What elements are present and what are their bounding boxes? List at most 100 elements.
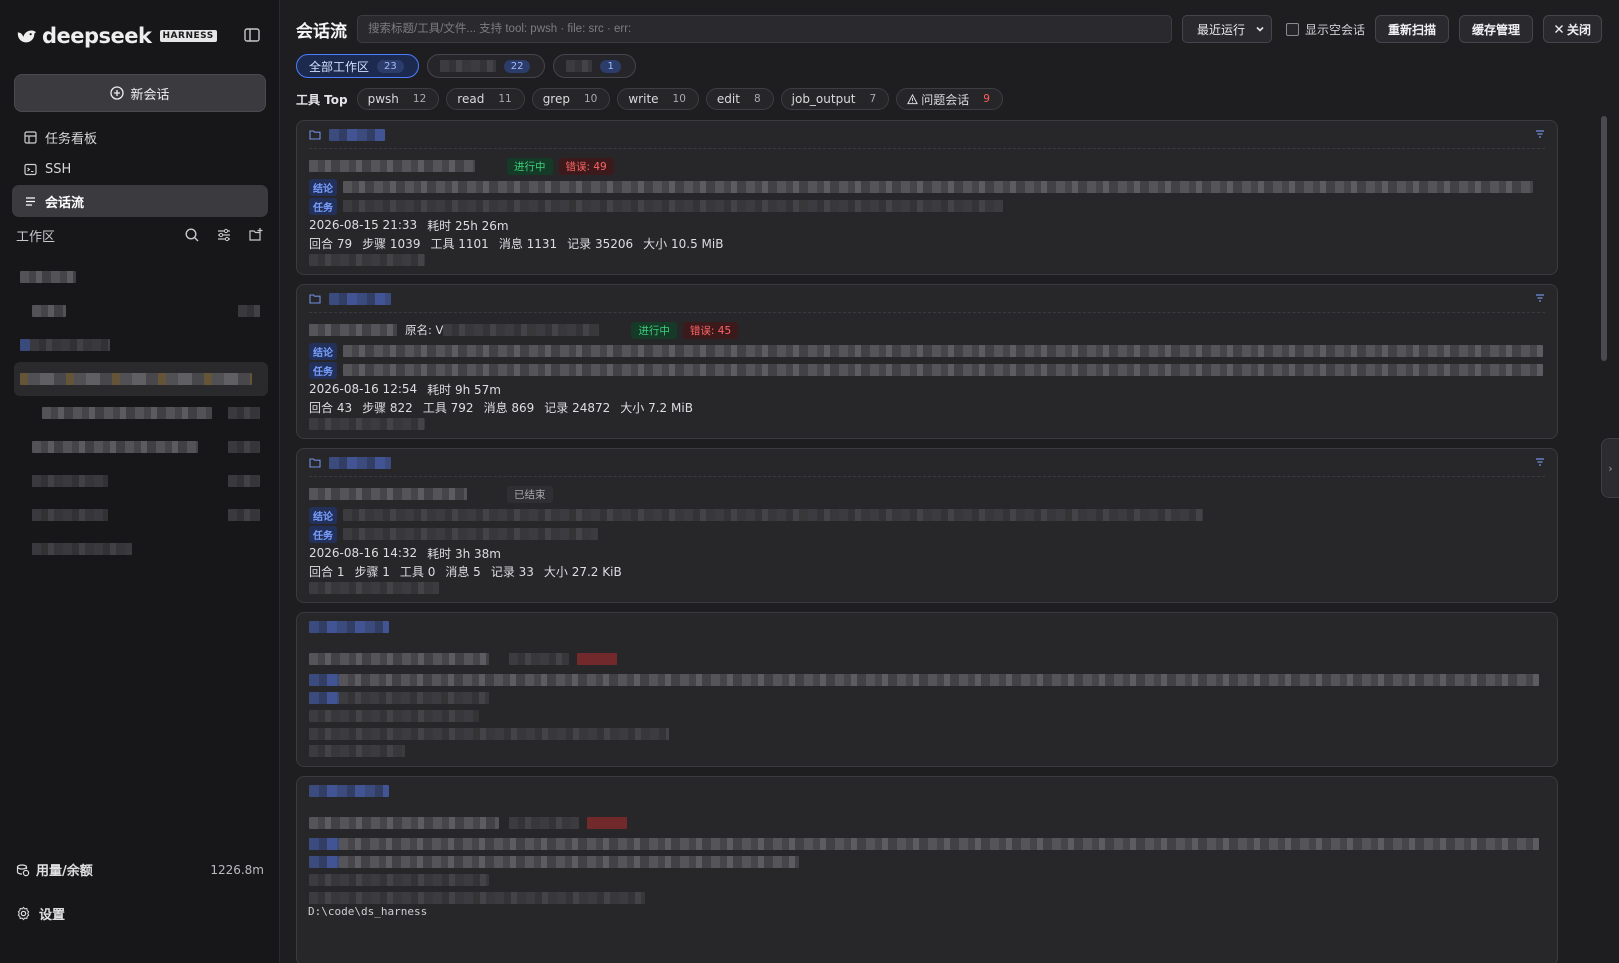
stat-size: 大小 27.2 KiB: [543, 564, 622, 579]
stat-tools: 工具 792: [422, 400, 474, 415]
cache-manage-button[interactable]: 缓存管理: [1459, 15, 1534, 43]
stat-messages: 消息 869: [483, 400, 535, 415]
tool-filter-write[interactable]: write 10: [617, 88, 699, 110]
tool-filter-edit[interactable]: edit 8: [705, 88, 774, 110]
session-time: 2026-08-15 21:33 耗时 25h 26m: [309, 216, 1545, 234]
workspace-item[interactable]: [14, 396, 268, 430]
chevron-down-icon: [1256, 26, 1264, 32]
session-card[interactable]: 原名: V 进行中 错误: 45 结论 任务 2026-08-16 12:54 耗…: [296, 284, 1558, 439]
workspace-filter-item[interactable]: 22: [426, 54, 546, 78]
tool-filter-grep[interactable]: grep 10: [531, 88, 611, 110]
rescan-button[interactable]: 重新扫描: [1375, 15, 1450, 43]
stat-steps: 步骤 1: [354, 564, 390, 579]
stat-records: 记录 24872: [544, 400, 611, 415]
tool-name: edit: [716, 92, 740, 106]
workspace-filter-item[interactable]: 1: [553, 54, 636, 78]
filter-icon[interactable]: [1535, 130, 1545, 138]
workspace-list: [14, 260, 268, 566]
folder-icon: [309, 458, 321, 468]
workspace-item[interactable]: [14, 362, 268, 396]
workspace-item[interactable]: [14, 430, 268, 464]
stat-size: 大小 7.2 MiB: [620, 400, 693, 415]
plus-circle-icon: [110, 86, 125, 100]
show-empty-label: 显示空会话: [1305, 22, 1366, 37]
workspace-item[interactable]: [14, 294, 268, 328]
status-badge: 进行中: [507, 157, 553, 175]
stat-size: 大小 10.5 MiB: [643, 236, 724, 251]
session-stats: 回合 43 步骤 822 工具 792 消息 869 记录 24872 大小 7.2 Mi…: [309, 398, 1545, 416]
filter-icon[interactable]: [1535, 294, 1545, 302]
workspace-item[interactable]: [14, 464, 268, 498]
tool-count: 7: [869, 93, 877, 105]
status-badge: 进行中: [631, 321, 677, 339]
conclusion-tag: 结论: [309, 178, 337, 196]
session-stats: 回合 79 步骤 1039 工具 1101 消息 1131 记录 35206 大小 10.…: [309, 234, 1545, 252]
problem-sessions-label: 问题会话: [921, 92, 970, 107]
gear-icon: [17, 906, 30, 921]
drawer-toggle[interactable]: ›: [1601, 438, 1619, 498]
filter-icon[interactable]: [1535, 458, 1545, 466]
tool-filter-pwsh[interactable]: pwsh 12: [356, 88, 440, 110]
sidebar-nav: 任务看板 SSH 会话流: [12, 121, 268, 217]
task-tag: 任务: [309, 197, 337, 215]
tool-name: job_output: [791, 92, 856, 106]
settings-button[interactable]: 设置: [16, 904, 65, 923]
workspace-item[interactable]: [14, 532, 268, 566]
new-chat-button[interactable]: 新会话: [14, 74, 266, 112]
workspace-title: 工作区: [16, 230, 56, 245]
sidebar-toggle-icon[interactable]: [243, 26, 261, 44]
nav-item-label: 会话流: [45, 195, 85, 211]
show-empty-checkbox[interactable]: [1286, 22, 1299, 36]
usage-balance[interactable]: 用量/余额 1226.8m: [16, 860, 264, 879]
workspace-filter-count: 22: [503, 59, 531, 73]
session-time: 2026-08-16 14:32 耗时 3h 38m: [309, 544, 1545, 562]
tool-top-label: 工具 Top: [296, 92, 348, 107]
search-icon[interactable]: [184, 227, 202, 245]
session-card[interactable]: 已结束 结论 任务 2026-08-16 14:32 耗时 3h 38m 回合 1…: [296, 448, 1558, 603]
cache-manage-label: 缓存管理: [1472, 22, 1521, 37]
session-start-time: 2026-08-15 21:33: [309, 218, 418, 232]
session-card[interactable]: [296, 776, 1558, 963]
task-tag: 任务: [309, 361, 337, 379]
add-folder-icon[interactable]: [248, 227, 266, 245]
sort-select-value: 最近运行: [1197, 22, 1246, 37]
problem-sessions-filter[interactable]: 问题会话 9: [896, 88, 1003, 110]
problem-sessions-count: 9: [983, 93, 990, 105]
workspace-header: 工作区: [16, 226, 266, 245]
workspace-item[interactable]: [14, 260, 268, 294]
workspace-item[interactable]: [14, 328, 268, 362]
conclusion-tag: 结论: [309, 342, 337, 360]
session-time: 2026-08-16 12:54 耗时 9h 57m: [309, 380, 1545, 398]
session-card[interactable]: [296, 612, 1558, 767]
stat-rounds: 回合 1: [309, 564, 345, 579]
warning-icon: [907, 93, 919, 104]
scrollbar[interactable]: [1601, 116, 1607, 361]
error-badge: 错误: 49: [558, 157, 614, 175]
show-empty-toggle[interactable]: 显示空会话: [1286, 21, 1365, 38]
nav-item-session-flow[interactable]: 会话流: [12, 185, 268, 217]
folder-icon: [309, 294, 321, 304]
tool-filter-read[interactable]: read 11: [446, 88, 525, 110]
settings-label: 设置: [39, 908, 66, 923]
stat-messages: 消息 5: [445, 564, 481, 579]
filter-sliders-icon[interactable]: [216, 227, 234, 245]
session-card[interactable]: 进行中 错误: 49 结论 任务 2026-08-15 21:33 耗时 25h …: [296, 120, 1558, 275]
error-badge: 错误: 45: [682, 321, 739, 339]
session-start-time: 2026-08-16 12:54: [309, 382, 418, 396]
close-button[interactable]: 关闭: [1543, 15, 1603, 43]
usage-value: 1226.8m: [210, 862, 264, 877]
workspace-item[interactable]: [14, 498, 268, 532]
tool-filter-job-output[interactable]: job_output 7: [780, 88, 890, 110]
usage-label: 用量/余额: [36, 864, 93, 879]
nav-item-task-board[interactable]: 任务看板: [12, 121, 268, 153]
whale-logo-icon: [17, 30, 37, 43]
sort-select[interactable]: 最近运行: [1182, 15, 1272, 43]
stat-steps: 步骤 822: [362, 400, 413, 415]
top-toolbar: 会话流 最近运行 显示空会话 重新扫描 缓存管理 关闭: [296, 14, 1611, 44]
original-name: 原名: V: [405, 323, 444, 337]
session-duration: 耗时 25h 26m: [427, 218, 509, 233]
stat-messages: 消息 1131: [498, 236, 558, 251]
nav-item-ssh[interactable]: SSH: [12, 153, 268, 185]
workspace-filter-all[interactable]: 全部工作区 23: [296, 54, 419, 78]
search-input[interactable]: [357, 15, 1172, 43]
